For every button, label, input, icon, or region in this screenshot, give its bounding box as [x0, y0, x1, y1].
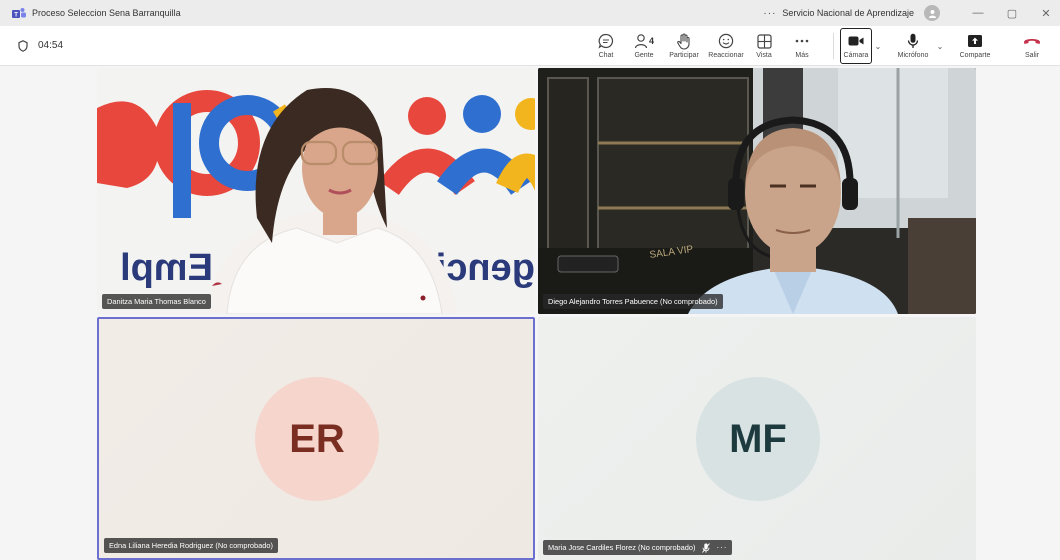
participant-name: Edna Liliana Heredia Rodriguez (No compr… — [109, 541, 273, 550]
shield-icon — [18, 39, 28, 52]
toolbar-divider — [833, 32, 834, 59]
video-feed-diego: SALA VIP — [538, 68, 976, 314]
meeting-toolbar: 04:54 Chat 4 Gente Participar Reaccionar… — [0, 26, 1060, 66]
user-avatar[interactable] — [924, 5, 940, 21]
restore-button[interactable]: ▢ — [998, 0, 1026, 26]
close-button[interactable]: ✕ — [1032, 0, 1060, 26]
microphone-options-chevron[interactable]: ⌄ — [934, 42, 946, 51]
raise-hand-icon — [677, 32, 690, 50]
leave-button[interactable]: Salir — [1014, 28, 1050, 64]
participant-initials-avatar: ER — [255, 377, 379, 501]
timer-text: 04:54 — [38, 40, 64, 51]
people-label: Gente — [634, 52, 654, 59]
grid-view-icon — [756, 33, 772, 49]
view-label: Vista — [756, 52, 772, 59]
share-screen-icon — [968, 35, 982, 47]
microphone-button[interactable]: Micrófono — [892, 28, 934, 64]
participant-name: Diego Alejandro Torres Pabuence (No comp… — [548, 297, 718, 306]
people-icon — [634, 34, 648, 49]
camera-label: Cámara — [843, 52, 869, 59]
video-stage: Empl genci Danitza Maria Thomas Blanco S… — [0, 66, 1060, 560]
participant-tile-edna[interactable]: ER Edna Liliana Heredia Rodriguez (No co… — [97, 317, 535, 560]
more-label: Más — [795, 52, 809, 59]
meeting-timer: 04:54 — [18, 39, 64, 52]
chat-label: Chat — [598, 52, 614, 59]
svg-text:T: T — [14, 13, 18, 19]
people-button[interactable]: 4 Gente — [625, 28, 663, 64]
chat-icon — [598, 33, 614, 49]
camera-options-chevron[interactable]: ⌄ — [872, 42, 884, 51]
participant-more-button[interactable]: ··· — [716, 543, 727, 552]
participant-name: Danitza Maria Thomas Blanco — [107, 297, 206, 306]
participant-tile-diego[interactable]: SALA VIP Diego Alejandro Torres Pabuence… — [538, 68, 976, 314]
raise-hand-button[interactable]: Participar — [663, 28, 705, 64]
more-options-button[interactable]: ··· — [763, 8, 776, 19]
people-count: 4 — [648, 36, 654, 46]
microphone-icon — [907, 33, 919, 48]
participant-name-tag: Edna Liliana Heredia Rodriguez (No compr… — [104, 538, 278, 553]
title-bar: T Proceso Seleccion Sena Barranquilla ··… — [0, 0, 1060, 26]
participant-name-tag: Danitza Maria Thomas Blanco — [102, 294, 211, 309]
leave-label: Salir — [1024, 52, 1039, 59]
mic-muted-icon — [702, 542, 711, 553]
camera-button[interactable]: Cámara — [840, 27, 872, 64]
person-icon — [928, 9, 936, 18]
video-camera-icon — [848, 36, 864, 46]
microphone-label: Micrófono — [897, 52, 929, 59]
participant-name-tag: Diego Alejandro Torres Pabuence (No comp… — [543, 294, 723, 309]
raise-hand-label: Participar — [669, 52, 699, 59]
participant-name-tag: Maria Jose Cardiles Florez (No comprobad… — [543, 540, 733, 555]
participant-name: Maria Jose Cardiles Florez (No comprobad… — [548, 543, 696, 552]
participant-tile-danitza[interactable]: Empl genci Danitza Maria Thomas Blanco — [97, 68, 535, 314]
more-button[interactable]: Más — [781, 28, 823, 64]
organization-name[interactable]: Servicio Nacional de Aprendizaje — [782, 8, 914, 18]
backdrop-text-left: Empl — [120, 247, 213, 289]
hang-up-icon — [1024, 39, 1040, 44]
window-title: Proceso Seleccion Sena Barranquilla — [32, 8, 181, 18]
teams-icon: T — [12, 8, 26, 19]
view-button[interactable]: Vista — [747, 28, 781, 64]
share-button[interactable]: Comparte — [952, 28, 998, 64]
chat-button[interactable]: Chat — [587, 28, 625, 64]
react-label: Reaccionar — [708, 52, 744, 59]
participant-initials-avatar: MF — [696, 377, 820, 501]
backdrop-text-right: genci — [436, 247, 535, 289]
react-button[interactable]: Reaccionar — [705, 28, 747, 64]
share-label: Comparte — [959, 52, 991, 59]
video-feed-danitza: Empl genci — [97, 68, 535, 314]
more-dots-icon — [795, 39, 809, 43]
minimize-button[interactable]: — — [964, 0, 992, 26]
smiley-icon — [718, 33, 734, 49]
participant-tile-maria[interactable]: MF Maria Jose Cardiles Florez (No compro… — [538, 317, 976, 560]
